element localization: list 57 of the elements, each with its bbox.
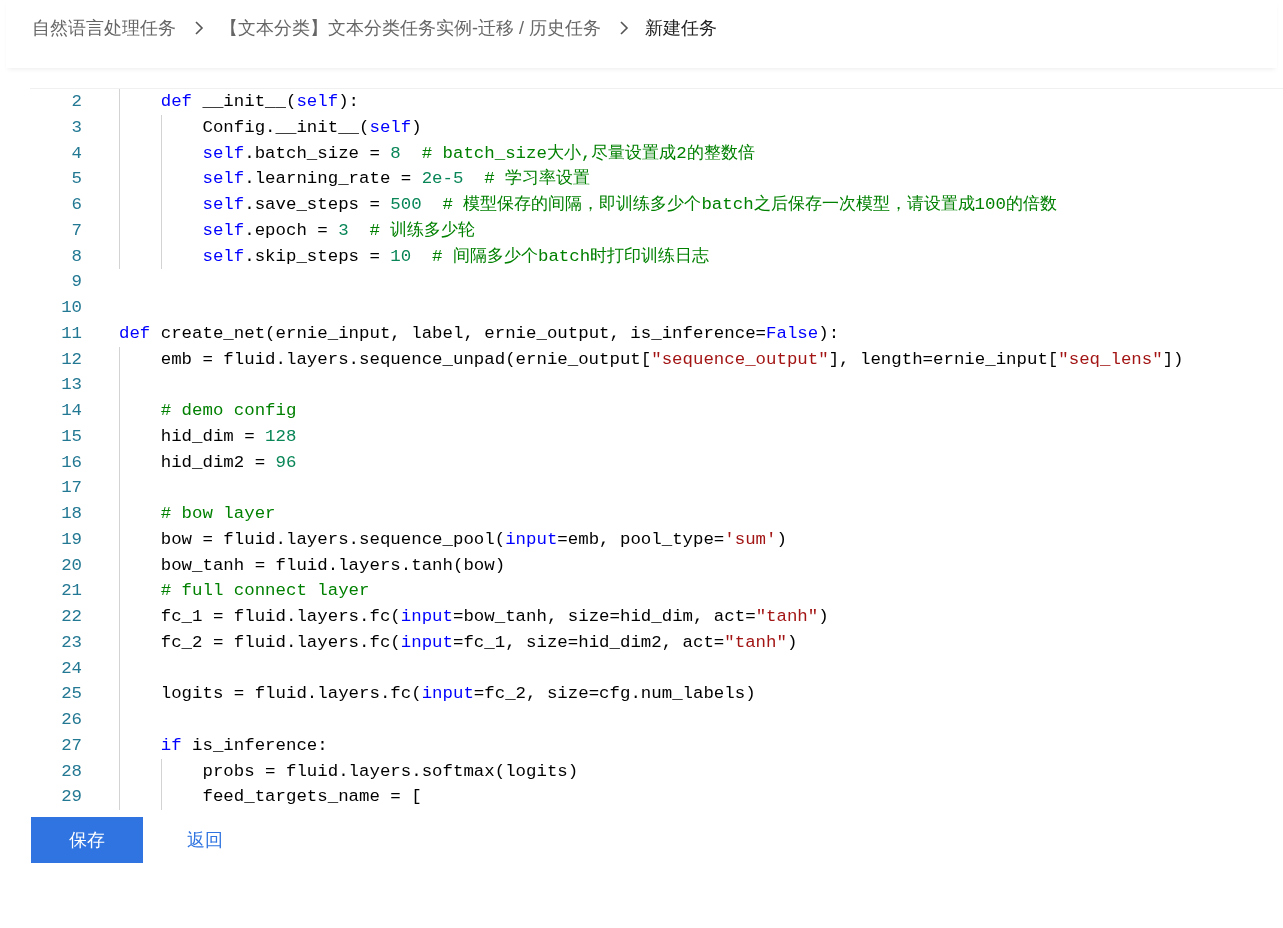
- line-number: 12: [60, 348, 82, 371]
- line-number: 17: [60, 477, 82, 500]
- code-line: fc_2 = fluid.layers.fc(input=fc_1, size=hid_dim2, act="tanh"): [159, 632, 798, 652]
- code-line: bow_tanh = fluid.layers.tanh(bow): [159, 555, 506, 575]
- line-number: 25: [60, 683, 82, 706]
- line-number: 5: [70, 168, 82, 191]
- chevron-right-icon: [619, 20, 629, 36]
- line-number: 22: [60, 606, 82, 628]
- line-number: 6: [70, 194, 82, 216]
- line-number: 3: [70, 116, 82, 139]
- code-line: # full connect layer: [159, 581, 370, 601]
- code-line: probs = fluid.layers.softmax(logits): [201, 761, 579, 781]
- line-number: 24: [60, 657, 82, 680]
- line-number: 29: [60, 786, 82, 809]
- line-number: 26: [60, 709, 82, 731]
- code-line: self.learning_rate = 2e-5 # 学习率设置: [201, 169, 591, 189]
- line-number: 11: [60, 322, 82, 345]
- line-number: 27: [60, 734, 82, 757]
- line-number: 15: [60, 425, 82, 448]
- line-number: 9: [70, 271, 82, 294]
- code-line: # demo config: [159, 401, 297, 420]
- line-number: 23: [60, 631, 82, 654]
- line-number: 8: [70, 245, 82, 268]
- line-number: 4: [70, 142, 82, 165]
- code-line: feed_targets_name = [: [201, 787, 422, 807]
- code-line: Config.__init__(self): [201, 117, 422, 137]
- line-number: 10: [60, 297, 82, 319]
- line-number: 13: [60, 374, 82, 397]
- code-line: if is_inference:: [159, 735, 328, 755]
- line-number: 2: [70, 91, 82, 113]
- code-line: hid_dim = 128: [159, 426, 297, 446]
- breadcrumb-link[interactable]: 自然语言处理任务: [32, 16, 176, 40]
- line-number: 19: [60, 528, 82, 551]
- code-line: hid_dim2 = 96: [159, 452, 297, 472]
- code-line: self.epoch = 3 # 训练多少轮: [201, 220, 476, 240]
- code-line: fc_1 = fluid.layers.fc(input=bow_tanh, size=hid_dim, act="tanh"): [159, 607, 829, 626]
- line-number: 16: [60, 451, 82, 474]
- save-button[interactable]: 保存: [31, 817, 143, 863]
- chevron-right-icon: [194, 20, 204, 36]
- back-link[interactable]: 返回: [187, 828, 223, 852]
- code-line: self.skip_steps = 10 # 间隔多少个batch时打印训练日志: [201, 246, 710, 266]
- code-line: self.save_steps = 500 # 模型保存的间隔，即训练多少个batch之后保存一次模型，请设置成100的倍数: [201, 195, 1057, 214]
- breadcrumb-current: 新建任务: [645, 17, 717, 40]
- line-number: 28: [60, 760, 82, 783]
- code-line: # bow layer: [159, 504, 276, 523]
- line-number: 20: [60, 554, 82, 577]
- line-number: 14: [60, 400, 82, 422]
- code-line: emb = fluid.layers.sequence_unpad(ernie_output["sequence_output"], length=ernie_input["seq_lens"]): [159, 349, 1184, 369]
- line-number: 18: [60, 503, 82, 525]
- code-line: def __init__(self):: [159, 92, 360, 111]
- code-line: def create_net(ernie_input, label, ernie_output, is_inference=False):: [119, 323, 840, 343]
- breadcrumb-link[interactable]: 【文本分类】文本分类任务实例-迁移 / 历史任务: [220, 16, 601, 40]
- line-number: 7: [70, 219, 82, 242]
- code-line: logits = fluid.layers.fc(input=fc_2, size=cfg.num_labels): [159, 684, 756, 704]
- line-number: 21: [60, 580, 82, 603]
- code-line: bow = fluid.layers.sequence_pool(input=emb, pool_type='sum'): [159, 529, 787, 549]
- code-line: self.batch_size = 8 # batch_size大小,尽量设置成2的整数倍: [201, 143, 755, 163]
